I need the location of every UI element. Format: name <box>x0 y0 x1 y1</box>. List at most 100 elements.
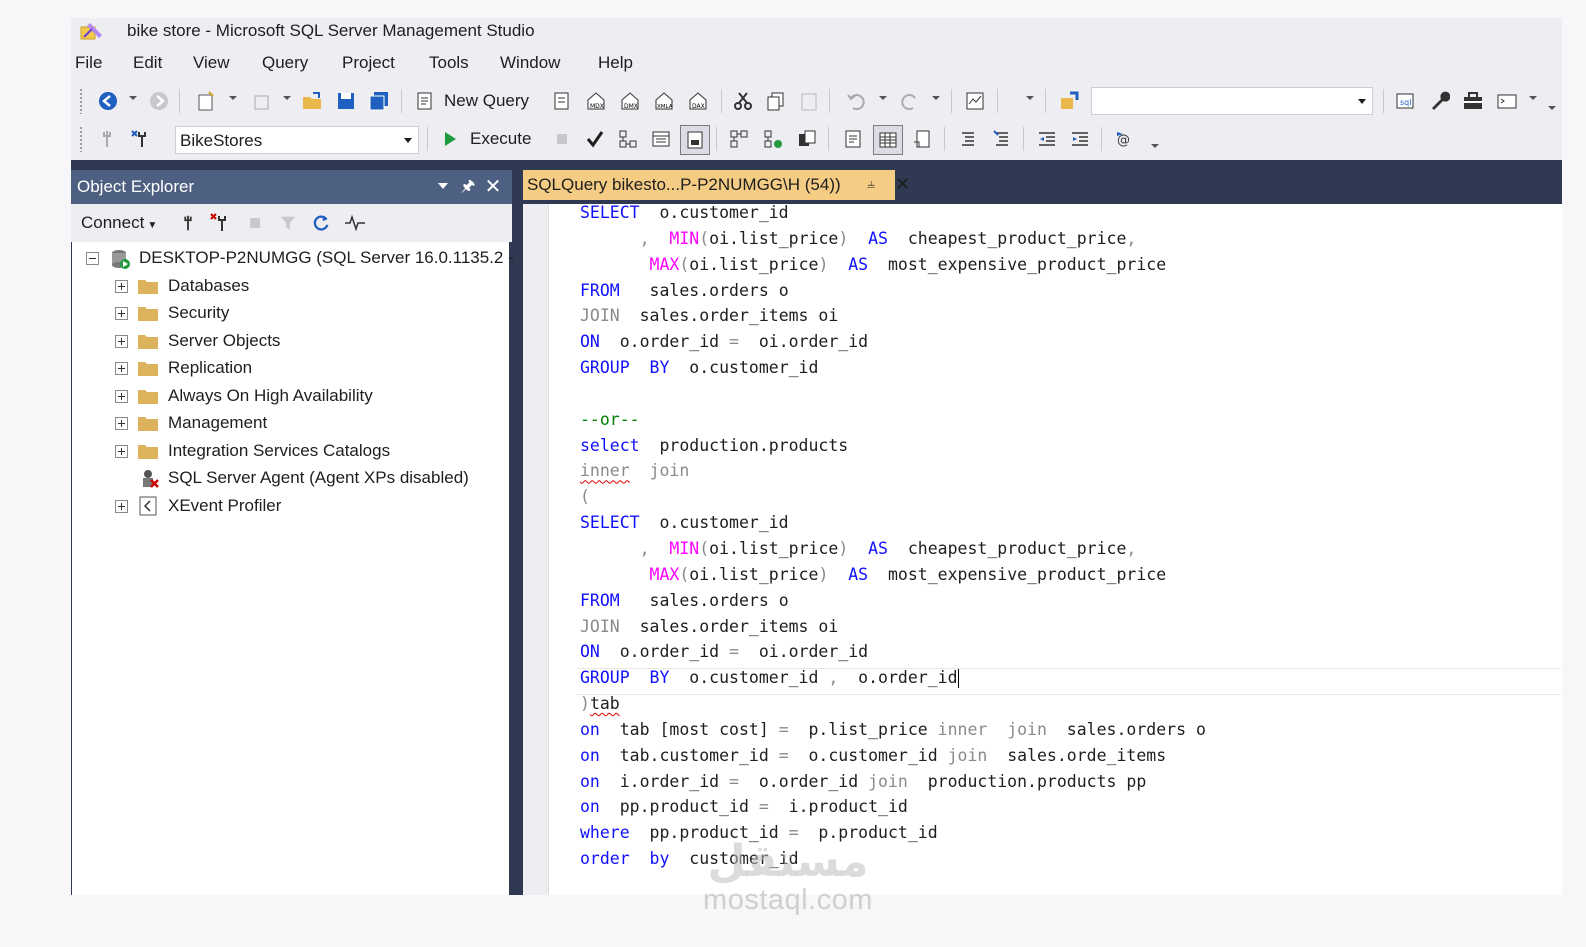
paste-icon[interactable] <box>798 90 820 112</box>
disconnect-plug-icon[interactable] <box>129 128 151 150</box>
new-project-dropdown-icon[interactable] <box>229 96 237 100</box>
execute-play-icon[interactable] <box>439 128 461 150</box>
toolbox-icon[interactable] <box>1462 90 1484 112</box>
increase-indent-icon[interactable] <box>1069 128 1091 150</box>
add-item-icon[interactable] <box>251 90 273 112</box>
dax-query-icon[interactable]: DAX <box>687 90 709 112</box>
connect-dropdown-button[interactable]: Connect ▼ <box>81 213 157 233</box>
save-all-icon[interactable] <box>368 90 390 112</box>
code-line[interactable]: MAX(oi.list_price) AS most_expensive_pro… <box>580 562 1206 588</box>
code-line[interactable]: , MIN(oi.list_price) AS cheapest_product… <box>580 226 1206 252</box>
include-actual-plan-icon[interactable] <box>728 128 750 150</box>
code-line[interactable]: on tab [most cost] = p.list_price inner … <box>580 717 1206 743</box>
template-explorer-icon[interactable]: sql <box>1394 90 1416 112</box>
code-line[interactable]: )tab <box>580 691 1206 717</box>
code-line[interactable] <box>580 381 1206 407</box>
redo-icon[interactable] <box>899 90 921 112</box>
new-query-icon[interactable] <box>413 90 435 112</box>
code-line[interactable]: SELECT o.customer_id <box>580 510 1206 536</box>
menu-window[interactable]: Window <box>500 53 560 73</box>
stop-icon[interactable] <box>246 214 264 232</box>
code-line[interactable]: GROUP BY o.customer_id <box>580 355 1206 381</box>
menu-tools[interactable]: Tools <box>429 53 469 73</box>
specify-template-values-icon[interactable]: @ <box>1115 128 1137 150</box>
code-line[interactable]: select production.products <box>580 433 1206 459</box>
code-line[interactable]: SELECT o.customer_id <box>580 200 1206 226</box>
disconnect-icon[interactable] <box>209 212 231 234</box>
code-line[interactable]: FROM sales.orders o <box>580 278 1206 304</box>
code-line[interactable]: JOIN sales.order_items oi <box>580 303 1206 329</box>
window-position-dropdown-icon[interactable] <box>438 183 448 189</box>
intellisense-toggle-button[interactable] <box>680 125 710 155</box>
code-line[interactable]: , MIN(oi.list_price) AS cheapest_product… <box>580 536 1206 562</box>
xmla-query-icon[interactable]: XMLA <box>653 90 675 112</box>
expand-icon[interactable] <box>115 335 128 348</box>
client-statistics-icon[interactable] <box>796 128 818 150</box>
cut-icon[interactable] <box>732 90 754 112</box>
code-line[interactable]: order by customer_id <box>580 846 1206 872</box>
save-icon[interactable] <box>335 90 357 112</box>
properties-wrench-icon[interactable] <box>1428 90 1450 112</box>
expand-icon[interactable] <box>115 417 128 430</box>
menu-file[interactable]: File <box>75 53 102 73</box>
expand-icon[interactable] <box>115 280 128 293</box>
toolbar-overflow-icon[interactable] <box>1548 106 1556 110</box>
refresh-icon[interactable] <box>311 213 331 233</box>
display-estimated-plan-icon[interactable] <box>617 128 639 150</box>
close-tab-icon[interactable]: ✕ <box>895 174 910 195</box>
add-item-dropdown-icon[interactable] <box>283 96 291 100</box>
menu-help[interactable]: Help <box>598 53 633 73</box>
activity-monitor-pulse-icon[interactable] <box>344 213 366 233</box>
sql-editor[interactable]: SELECT o.customer_id , MIN(oi.list_price… <box>523 203 1562 895</box>
new-project-icon[interactable] <box>195 90 217 112</box>
toolbar2-overflow-icon[interactable] <box>1151 144 1159 148</box>
expand-icon[interactable] <box>115 362 128 375</box>
comment-lines-icon[interactable] <box>957 128 979 150</box>
new-query-button[interactable]: New Query <box>444 91 529 111</box>
query-options-icon[interactable] <box>650 128 672 150</box>
toolbar-grip[interactable] <box>79 126 84 152</box>
database-engine-query-icon[interactable] <box>550 90 572 112</box>
expand-icon[interactable] <box>115 500 128 513</box>
redo-dropdown-icon[interactable] <box>932 96 940 100</box>
code-line[interactable]: GROUP BY o.customer_id , o.order_id <box>580 665 1206 691</box>
command-window-icon[interactable] <box>1496 90 1518 112</box>
back-dropdown-icon[interactable] <box>129 96 137 100</box>
decrease-indent-icon[interactable] <box>1036 128 1058 150</box>
code-line[interactable]: ( <box>580 484 1206 510</box>
find-combo[interactable] <box>1091 87 1373 115</box>
results-to-text-icon[interactable] <box>842 128 864 150</box>
expand-icon[interactable] <box>115 445 128 458</box>
cancel-query-stop-icon[interactable] <box>551 128 573 150</box>
uncomment-lines-icon[interactable] <box>991 128 1013 150</box>
connect-object-explorer-icon[interactable] <box>178 213 198 233</box>
forward-icon[interactable] <box>148 90 170 112</box>
code-line[interactable]: inner join <box>580 458 1206 484</box>
undo-icon[interactable] <box>845 90 867 112</box>
menu-query[interactable]: Query <box>262 53 308 73</box>
code-line[interactable]: where pp.product_id = p.product_id <box>580 820 1206 846</box>
back-icon[interactable] <box>97 90 119 112</box>
code-line[interactable]: JOIN sales.order_items oi <box>580 614 1206 640</box>
expand-icon[interactable] <box>115 307 128 320</box>
code-line[interactable]: on pp.product_id = i.product_id <box>580 794 1206 820</box>
expand-icon[interactable] <box>115 390 128 403</box>
parse-checkmark-icon[interactable] <box>584 128 606 150</box>
database-selector-arrow-icon[interactable] <box>404 138 412 143</box>
open-file-icon[interactable] <box>301 90 323 112</box>
code-area[interactable]: SELECT o.customer_id , MIN(oi.list_price… <box>580 200 1206 872</box>
pin-tab-icon[interactable]: ⫨ <box>867 175 875 192</box>
copy-icon[interactable] <box>765 90 787 112</box>
code-line[interactable]: --or-- <box>580 407 1206 433</box>
command-window-dropdown-icon[interactable] <box>1529 96 1537 100</box>
auto-hide-pin-icon[interactable]: 🖈 <box>459 176 477 198</box>
tab-sqlquery[interactable]: SQLQuery bikesto...P-P2NUMGG\H (54)) ⫨ ✕ <box>523 170 910 200</box>
code-line[interactable]: FROM sales.orders o <box>580 588 1206 614</box>
activity-monitor-icon[interactable] <box>964 90 986 112</box>
find-combo-arrow-icon[interactable] <box>1358 99 1366 104</box>
solution-config-dropdown-icon[interactable] <box>1026 96 1034 100</box>
results-to-grid-button[interactable] <box>873 125 903 155</box>
close-object-explorer-icon[interactable]: ✕ <box>484 176 502 198</box>
code-line[interactable]: ON o.order_id = oi.order_id <box>580 329 1206 355</box>
undo-dropdown-icon[interactable] <box>879 96 887 100</box>
